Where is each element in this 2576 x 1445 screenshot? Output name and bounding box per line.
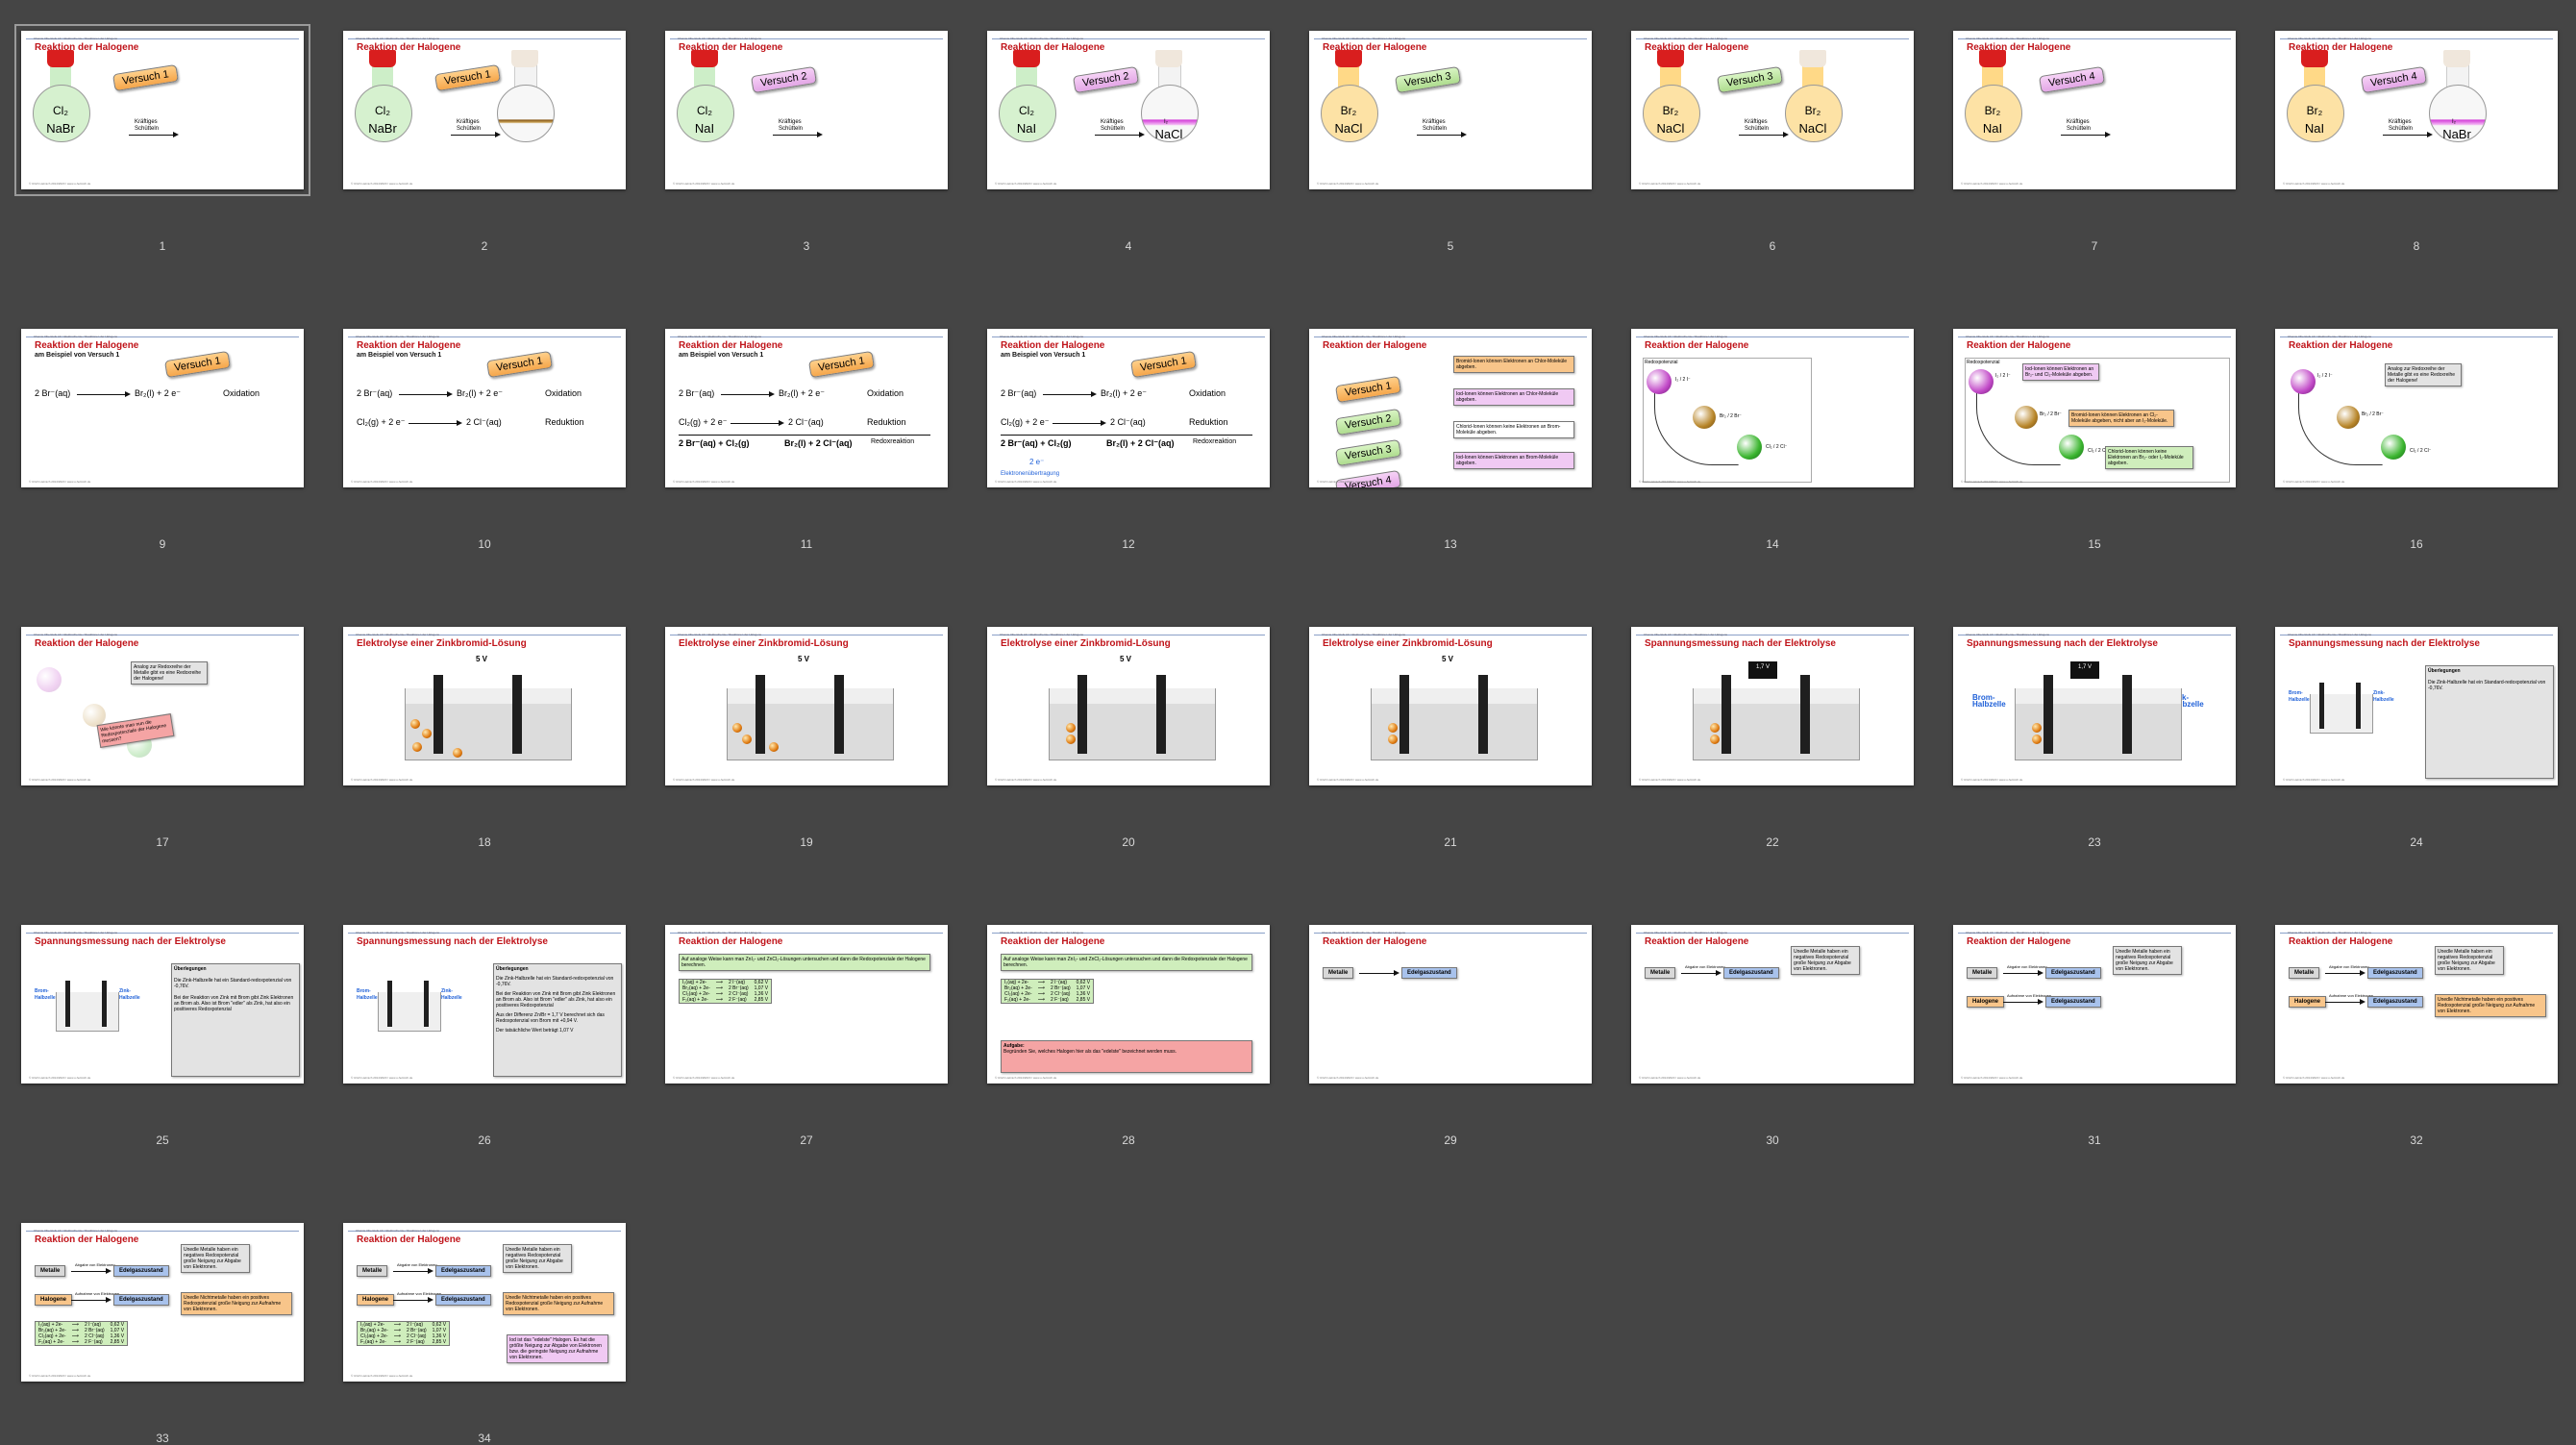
slide-thumbnail-6[interactable]: Chemie Oberstufe AC / Elektrochemie / Re… <box>1631 31 1914 189</box>
slide-thumbnail-23[interactable]: Chemie Oberstufe AC / Elektrochemie / Re… <box>1953 627 2236 785</box>
slide-thumbnail-15[interactable]: Chemie Oberstufe AC / Elektrochemie / Re… <box>1953 329 2236 487</box>
slide-thumbnail-14[interactable]: Chemie Oberstufe AC / Elektrochemie / Re… <box>1631 329 1914 487</box>
slide-header: Chemie Oberstufe AC / Elektrochemie / Re… <box>26 35 299 40</box>
slide-thumbnail-7[interactable]: Chemie Oberstufe AC / Elektrochemie / Re… <box>1953 31 2236 189</box>
slide-thumbnail-11[interactable]: Chemie Oberstufe AC / Elektrochemie / Re… <box>665 329 948 487</box>
reaction-arrow <box>129 132 179 137</box>
slide-thumbnail-30[interactable]: Chemie Oberstufe AC / Elektrochemie / Re… <box>1631 925 1914 1084</box>
slide-number: 1 <box>159 239 166 253</box>
slide-thumbnail-16[interactable]: Chemie Oberstufe AC / Elektrochemie / Re… <box>2275 329 2558 487</box>
slide-thumbnail-33[interactable]: Chemie Oberstufe AC / Elektrochemie / Re… <box>21 1223 304 1382</box>
slide-thumbnail-9[interactable]: Chemie Oberstufe AC / Elektrochemie / Re… <box>21 329 304 487</box>
potential-table: I₂(aq) + 2e- ⟶ 2 I⁻(aq) 0,62 V Br₂(aq) + 2e… <box>679 979 773 1004</box>
slide-thumbnail-26[interactable]: Chemie Oberstufe AC / Elektrochemie / Re… <box>343 925 626 1084</box>
slide-thumbnail-3[interactable]: Chemie Oberstufe AC / Elektrochemie / Re… <box>665 31 948 189</box>
slide-thumbnail-17[interactable]: Chemie Oberstufe AC / Elektrochemie / Re… <box>21 627 304 785</box>
slide-thumbnail-32[interactable]: Chemie Oberstufe AC / Elektrochemie / Re… <box>2275 925 2558 1084</box>
table-row: F₂(aq) + 2e- ⟶ 2 F⁻(aq) 2,85 V <box>682 997 769 1003</box>
ball-iodine <box>1647 369 1672 394</box>
slide-thumbnail-31[interactable]: Chemie Oberstufe AC / Elektrochemie / Re… <box>1953 925 2236 1084</box>
slide-thumbnail-18[interactable]: Chemie Oberstufe AC / Elektrochemie / Re… <box>343 627 626 785</box>
slide-thumbnail-5[interactable]: Chemie Oberstufe AC / Elektrochemie / Re… <box>1309 31 1592 189</box>
slide-thumbnail-20[interactable]: Chemie Oberstufe AC / Elektrochemie / Re… <box>987 627 1270 785</box>
slide-thumbnail-1[interactable]: Chemie Oberstufe AC / Elektrochemie / Re… <box>14 24 310 196</box>
slide-thumbnail-29[interactable]: Chemie Oberstufe AC / Elektrochemie / Re… <box>1309 925 1592 1084</box>
ball-chlorine <box>1737 435 1762 460</box>
slide-thumbnail-12[interactable]: Chemie Oberstufe AC / Elektrochemie / Re… <box>987 329 1270 487</box>
slide-thumbnail-34[interactable]: Chemie Oberstufe AC / Elektrochemie / Re… <box>343 1223 626 1382</box>
ball-bromine <box>1693 406 1716 429</box>
slide-thumbnail-8[interactable]: Chemie Oberstufe AC / Elektrochemie / Re… <box>2275 31 2558 189</box>
slide-thumbnail-10[interactable]: Chemie Oberstufe AC / Elektrochemie / Re… <box>343 329 626 487</box>
slide-thumbnail-25[interactable]: Chemie Oberstufe AC / Elektrochemie / Re… <box>21 925 304 1084</box>
slide-thumbnail-28[interactable]: Chemie Oberstufe AC / Elektrochemie / Re… <box>987 925 1270 1084</box>
slide-thumbnail-22[interactable]: Chemie Oberstufe AC / Elektrochemie / Re… <box>1631 627 1914 785</box>
slide-thumbnail-13[interactable]: Chemie Oberstufe AC / Elektrochemie / Re… <box>1309 329 1592 487</box>
slide-thumbnail-24[interactable]: Chemie Oberstufe AC / Elektrochemie / Re… <box>2275 627 2558 785</box>
slide-thumbnail-21[interactable]: Chemie Oberstufe AC / Elektrochemie / Re… <box>1309 627 1592 785</box>
slide-thumbnail-4[interactable]: Chemie Oberstufe AC / Elektrochemie / Re… <box>987 31 1270 189</box>
slide-thumbnail-19[interactable]: Chemie Oberstufe AC / Elektrochemie / Re… <box>665 627 948 785</box>
versuch-tag: Versuch 1 <box>112 63 179 92</box>
slide-thumbnail-2[interactable]: Chemie Oberstufe AC / Elektrochemie / Re… <box>343 31 626 189</box>
slide-thumbnail-27[interactable]: Chemie Oberstufe AC / Elektrochemie / Re… <box>665 925 948 1084</box>
shake-label: Kräftiges Schütteln <box>135 119 160 132</box>
